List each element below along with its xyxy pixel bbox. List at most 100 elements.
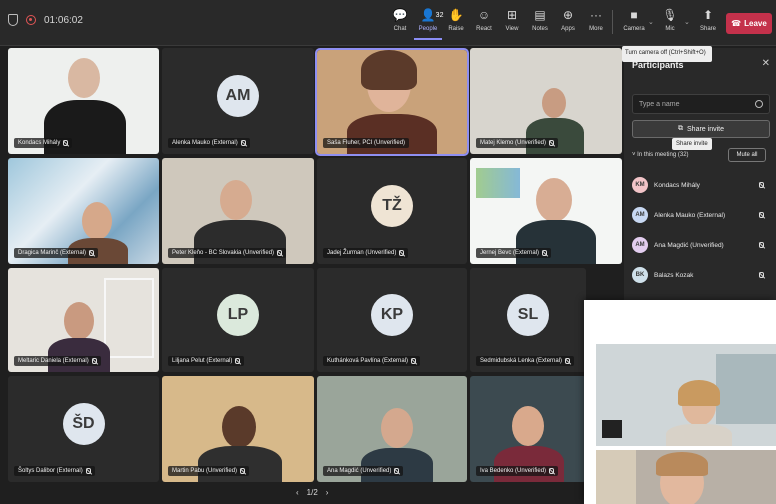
- avatar: SL: [507, 293, 549, 336]
- video-tile[interactable]: Martin Pabu (Unverified): [162, 376, 314, 482]
- chat-button[interactable]: 💬 Chat: [386, 6, 414, 40]
- view-button[interactable]: ⊞ View: [498, 6, 526, 40]
- participant-name: Kondacs Mihály: [654, 181, 700, 189]
- tile-name: Meltaric Daniela (External): [14, 356, 101, 366]
- video-tile[interactable]: KP Kuthánková Pavlína (External): [317, 268, 467, 372]
- video-tile[interactable]: Jernej Bevc (External): [470, 158, 622, 264]
- video-tile[interactable]: LP Liljana Pelut (External): [162, 268, 314, 372]
- tile-name-text: Jernej Bevc (External): [480, 250, 540, 256]
- pager-page-indicator: 1/2: [306, 488, 318, 497]
- overlay-video-tile[interactable]: [596, 344, 776, 446]
- phone-hangup-icon: ☎: [731, 19, 742, 28]
- video-tile-active-speaker[interactable]: Saša Fluher, PCI (Unverified): [315, 48, 469, 156]
- notes-button[interactable]: ▤ Notes: [526, 6, 554, 40]
- apps-label: Apps: [561, 26, 575, 32]
- participant-body: [494, 446, 564, 482]
- raise-hand-button[interactable]: ✋ Raise: [442, 6, 470, 40]
- people-icon: 👤 32: [421, 6, 444, 24]
- mute-all-button[interactable]: Mute all: [728, 148, 766, 162]
- tile-name: Jadej Žurman (Unverified): [323, 248, 409, 258]
- tile-name: Kondacs Mihály: [14, 138, 73, 148]
- tile-name: Kuthánková Pavlína (External): [323, 356, 421, 366]
- video-tile[interactable]: TŽ Jadej Žurman (Unverified): [317, 158, 467, 264]
- mic-off-icon: [759, 182, 764, 188]
- overlay-video-window: [584, 300, 776, 504]
- in-meeting-section[interactable]: ˅ In this meeting (32): [632, 152, 689, 158]
- participant-hair: [656, 452, 708, 476]
- avatar: KM: [632, 177, 648, 193]
- meeting-toolbar: 01:06:02 💬 Chat 👤 32 People ✋ Raise ☺ Rea…: [0, 0, 776, 46]
- video-tile[interactable]: ŠD Šoltys Dalibor (External): [8, 376, 159, 482]
- tile-name: Šoltys Dalibor (External): [14, 466, 95, 476]
- react-label: React: [476, 26, 492, 32]
- participant-video: [220, 180, 252, 220]
- apps-icon: ⊕: [562, 8, 574, 22]
- participant-name: Alenka Mauko (External): [654, 211, 726, 219]
- avatar: AM: [632, 207, 648, 223]
- video-tile[interactable]: AM Alenka Mauko (External): [162, 48, 314, 154]
- video-tile[interactable]: Peter Kleňo - BC Slovakia (Unverified): [162, 158, 314, 264]
- mic-button[interactable]: 🎙 Mic: [656, 6, 684, 40]
- close-icon[interactable]: ✕: [762, 58, 770, 69]
- participant-name: Ana Magdić (Unverified): [654, 241, 724, 249]
- participant-body: [666, 424, 732, 446]
- tile-name: Martin Pabu (Unverified): [168, 466, 250, 476]
- recording-icon: [26, 15, 36, 25]
- video-tile[interactable]: Kondacs Mihály: [8, 48, 159, 154]
- mic-off-icon: [542, 250, 548, 256]
- participant-video: [82, 202, 112, 240]
- participant-item[interactable]: KM Kondacs Mihály: [632, 170, 770, 200]
- avatar: ŠD: [62, 402, 105, 445]
- participant-search-input[interactable]: Type a name: [632, 94, 770, 114]
- mic-off-icon: [549, 140, 555, 146]
- mic-off-icon: [549, 468, 555, 474]
- mic-off-icon: [91, 358, 97, 364]
- more-button[interactable]: ··· More: [582, 6, 610, 40]
- video-tile[interactable]: Matej Klemo (Unverified): [470, 48, 622, 154]
- video-tile[interactable]: Iva Bedenko (Unverified): [470, 376, 586, 482]
- tile-name: Peter Kleňo - BC Slovakia (Unverified): [168, 248, 287, 258]
- video-tile[interactable]: Dragica Marinč (External): [8, 158, 159, 264]
- mic-chevron-down-icon[interactable]: ⌄: [684, 18, 690, 26]
- tile-name: Iva Bedenko (Unverified): [476, 466, 559, 476]
- tile-name-text: Saša Fluher, PCI (Unverified): [327, 140, 406, 146]
- pager-prev-button[interactable]: ‹: [296, 488, 299, 497]
- mic-off-icon: [235, 358, 241, 364]
- notes-label: Notes: [532, 26, 548, 32]
- toolbar-divider: [612, 10, 613, 34]
- leave-label: Leave: [744, 19, 767, 28]
- tile-name: Dragica Marinč (External): [14, 248, 99, 258]
- participant-body: [361, 448, 433, 482]
- apps-button[interactable]: ⊕ Apps: [554, 6, 582, 40]
- avatar: KP: [371, 293, 413, 336]
- meeting-status: 01:06:02: [8, 14, 83, 26]
- pager-next-button[interactable]: ›: [326, 488, 329, 497]
- participant-video: [512, 406, 544, 446]
- camera-button[interactable]: ■ Camera: [620, 6, 648, 40]
- leave-button[interactable]: ☎ Leave: [726, 13, 772, 34]
- chat-label: Chat: [393, 26, 407, 32]
- bookshelf: [104, 278, 154, 358]
- video-tile[interactable]: Meltaric Daniela (External): [8, 268, 159, 372]
- tile-name-text: Jadej Žurman (Unverified): [327, 250, 397, 256]
- toolbar-actions: 💬 Chat 👤 32 People ✋ Raise ☺ React ⊞ View…: [386, 6, 610, 40]
- participant-item[interactable]: BK Balazs Kozak: [632, 260, 770, 290]
- participant-body: [198, 446, 282, 482]
- mic-off-icon: [759, 272, 764, 278]
- participant-item[interactable]: AM Ana Magdić (Unverified): [632, 230, 770, 260]
- overlay-video-tile[interactable]: [596, 450, 776, 504]
- video-tile[interactable]: SL Sedmidubská Lenka (External): [470, 268, 586, 372]
- search-icon: [755, 100, 763, 108]
- camera-chevron-down-icon[interactable]: ⌄: [648, 18, 654, 26]
- participant-item[interactable]: AM Alenka Mauko (External): [632, 200, 770, 230]
- avatar: TŽ: [371, 184, 413, 227]
- share-button[interactable]: ⬆ Share: [694, 6, 722, 40]
- hand-icon: ✋: [448, 8, 464, 22]
- people-label: People: [418, 26, 438, 32]
- participant-body: [48, 338, 110, 372]
- people-button[interactable]: 👤 32 People: [414, 6, 444, 40]
- mic-off-icon: [63, 140, 69, 146]
- share-invite-button[interactable]: ⧉ Share invite: [632, 120, 770, 138]
- react-button[interactable]: ☺ React: [470, 6, 498, 40]
- video-tile[interactable]: Ana Magdić (Unverified): [317, 376, 467, 482]
